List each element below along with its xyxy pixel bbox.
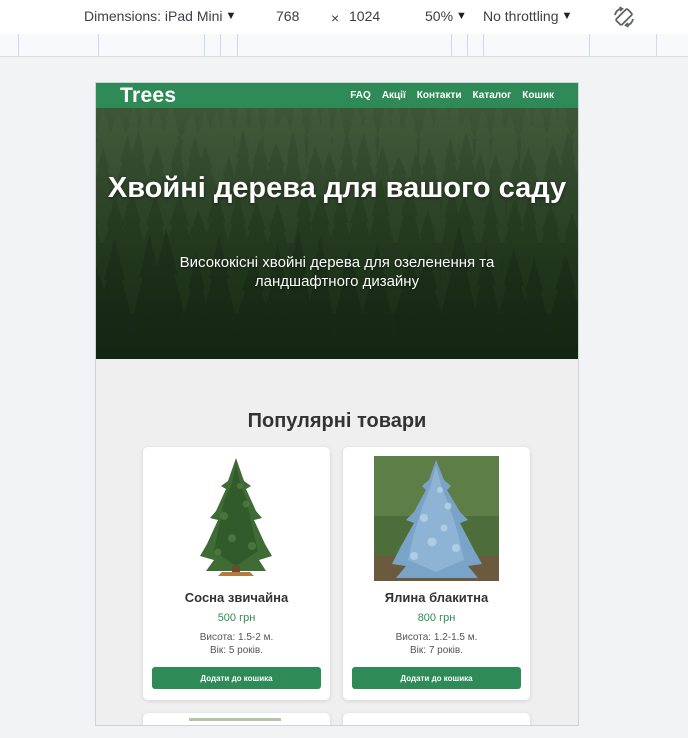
width-value: 768 (276, 8, 300, 24)
hero-banner: Хвойні дерева для вашого саду Висококісн… (96, 108, 578, 359)
times-sign-text: × (331, 10, 340, 26)
blue-spruce-tree-image[interactable] (374, 456, 499, 581)
nav-link-faq[interactable]: FAQ (350, 90, 371, 101)
product-height: Висота: 1.2-1.5 м. (395, 632, 478, 643)
zoom-value: 50% (425, 8, 454, 24)
add-to-cart-button[interactable]: Додати до кошика (152, 667, 321, 689)
chevron-down-icon: ▼ (561, 10, 573, 22)
hero-title: Хвойні дерева для вашого саду (107, 172, 567, 204)
product-description: Висота: 1.2-1.5 м. Вік: 7 років. (343, 631, 530, 657)
chevron-down-icon: ▼ (456, 10, 467, 22)
product-card (143, 713, 330, 725)
product-price: 500 грн (217, 612, 256, 624)
product-image-top-edge (189, 718, 281, 721)
zoom-select[interactable]: 50% ▼ (425, 8, 467, 24)
product-height: Висота: 1.5-2 м. (199, 632, 274, 643)
height-value: 1024 (349, 8, 381, 24)
forest-background-image (96, 108, 578, 359)
main-nav: FAQ Акції Контакти Каталог Кошик (350, 90, 554, 101)
product-price: 800 грн (417, 612, 456, 624)
nav-link-contacts[interactable]: Контакти (417, 90, 462, 101)
product-age: Вік: 7 років. (410, 645, 463, 656)
device-name-label: Dimensions: iPad Mini (84, 8, 223, 24)
product-card: Ялина блакитна 800 грн Висота: 1.2-1.5 м… (343, 447, 530, 700)
product-name[interactable]: Ялина блакитна (343, 590, 530, 605)
times-sign: × (331, 10, 339, 26)
device-toolbar: Dimensions: iPad Mini ▼ 768 × 1024 50% ▼… (0, 0, 688, 35)
nav-link-catalog[interactable]: Каталог (473, 90, 512, 101)
width-input[interactable]: 768 (276, 8, 299, 24)
add-to-cart-button[interactable]: Додати до кошика (352, 667, 521, 689)
product-card: Сосна звичайна 500 грн Висота: 1.5-2 м. … (143, 447, 330, 700)
product-description: Висота: 1.5-2 м. Вік: 5 років. (143, 631, 330, 657)
rotate-device-icon[interactable] (612, 5, 636, 29)
product-age: Вік: 5 років. (210, 645, 263, 656)
site-logo[interactable]: Trees (120, 84, 176, 108)
hero-subtitle: Висококісні хвойні дерева для озеленення… (179, 254, 495, 290)
device-viewport: Trees FAQ Акції Контакти Каталог Кошик Х… (96, 83, 578, 725)
product-name[interactable]: Сосна звичайна (143, 590, 330, 605)
device-dimensions-select[interactable]: Dimensions: iPad Mini ▼ (84, 8, 236, 24)
popular-products-title: Популярні товари (247, 410, 427, 432)
nav-link-cart[interactable]: Кошик (522, 90, 554, 101)
media-query-ruler (0, 34, 688, 57)
nav-link-promotions[interactable]: Акції (382, 90, 406, 101)
site-header: Trees FAQ Акції Контакти Каталог Кошик (96, 83, 578, 108)
throttling-select[interactable]: No throttling ▼ (483, 8, 572, 24)
throttling-value: No throttling (483, 8, 559, 24)
chevron-down-icon: ▼ (225, 10, 237, 22)
height-input[interactable]: 1024 (349, 8, 380, 24)
product-card (343, 713, 530, 725)
green-pine-tree-image[interactable] (174, 456, 299, 581)
